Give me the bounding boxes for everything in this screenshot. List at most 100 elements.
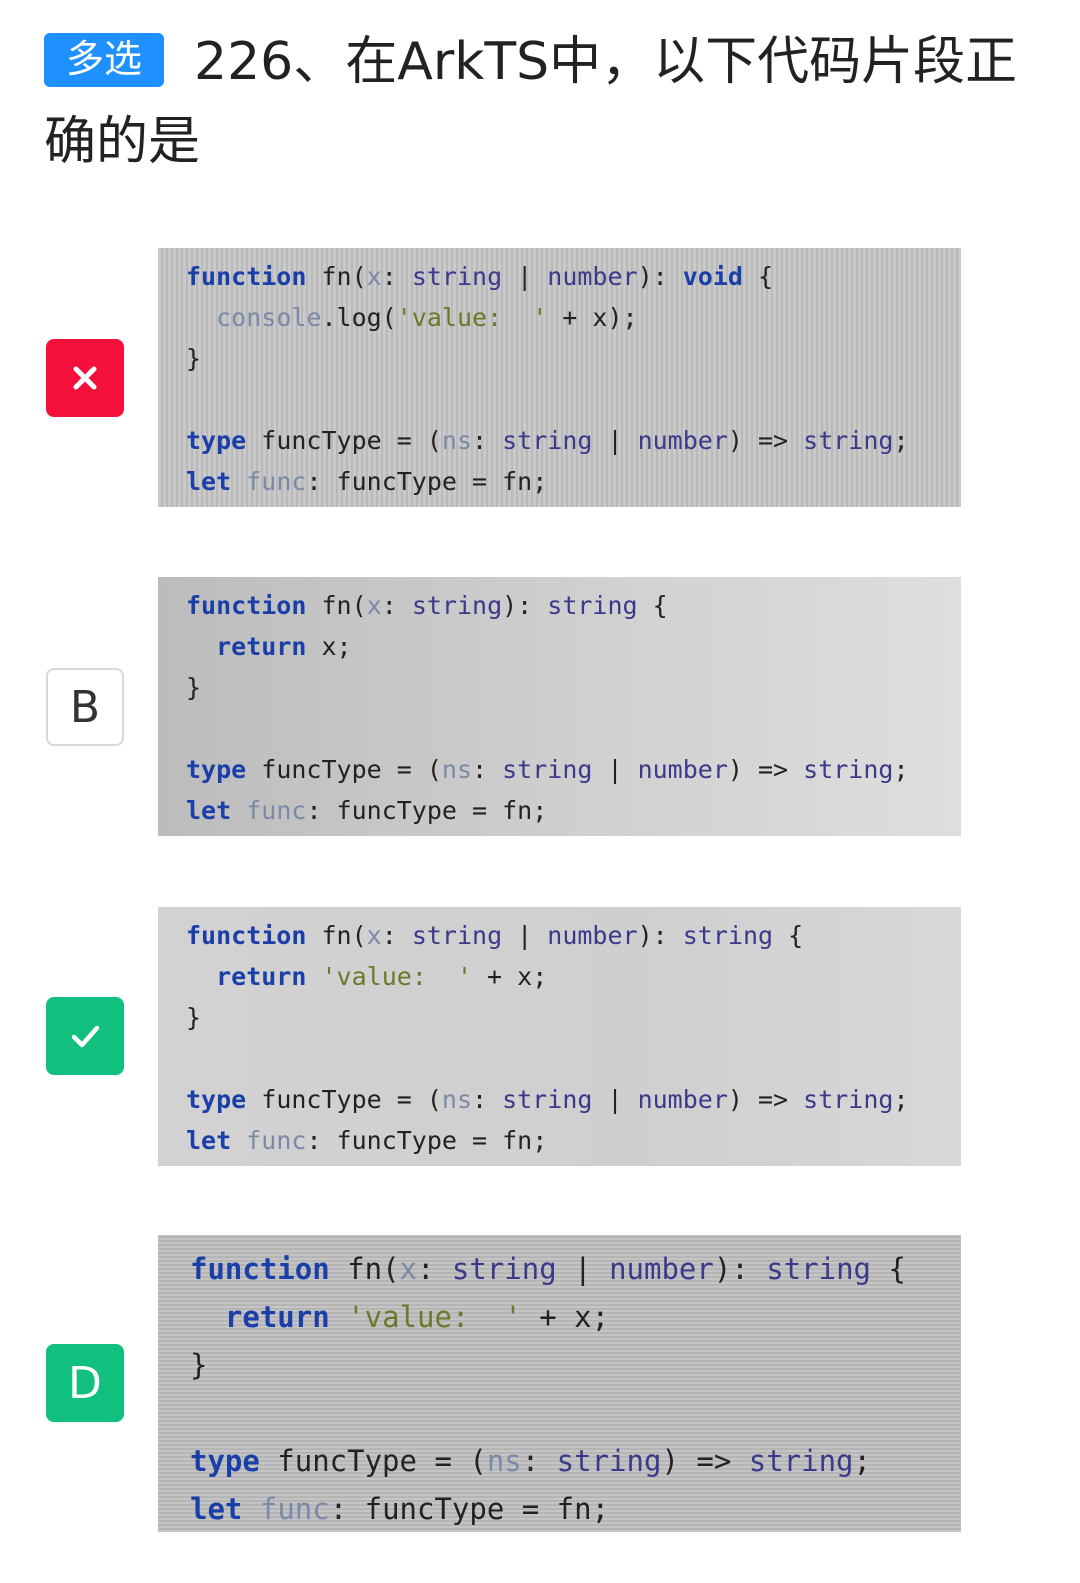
code-token: 'value: ' [396, 303, 548, 332]
code-line: let func: funcType = fn; [186, 461, 909, 502]
code-token: x; [306, 632, 352, 661]
code-token: + x; [521, 1300, 610, 1334]
code-token: number [547, 262, 638, 291]
code-token: string [547, 591, 638, 620]
code-token: function [190, 1252, 330, 1286]
code-token: return [216, 632, 307, 661]
code-token: string [451, 1252, 557, 1286]
code-token: funcType = ( [259, 1444, 487, 1478]
code-token: string [411, 262, 503, 291]
code-token: : funcType = fn; [306, 1126, 548, 1155]
code-token: ) => [727, 755, 804, 784]
option-d-code-image: function fn(x: string | number): string … [158, 1235, 961, 1532]
code-token: type [186, 1085, 247, 1114]
code-token: fn( [306, 921, 367, 950]
code-token: string [502, 755, 593, 784]
code-line: type funcType = (ns: string | number) =>… [186, 1079, 909, 1120]
code-line: type funcType = (ns: string) => string; [190, 1437, 906, 1485]
code-block: function fn(x: string | number): string … [186, 915, 909, 1161]
code-token: string [502, 426, 593, 455]
option-b-marker[interactable]: B [46, 668, 124, 746]
code-token: x [366, 262, 382, 291]
code-token: : [521, 1444, 557, 1478]
close-icon [73, 366, 97, 390]
code-line: } [186, 667, 909, 708]
code-token: ; [893, 1085, 909, 1114]
code-token: funcType = ( [246, 1085, 442, 1114]
code-token: + x; [472, 962, 548, 991]
code-token: console [216, 303, 322, 332]
code-token: string [803, 426, 894, 455]
code-token: : [417, 1252, 452, 1286]
code-token: fn( [329, 1252, 400, 1286]
code-token: ns [441, 755, 472, 784]
option-d-marker[interactable]: D [46, 1344, 124, 1422]
check-icon [71, 1025, 100, 1048]
code-line: return 'value: ' + x; [190, 1293, 906, 1341]
code-token: } [186, 1003, 202, 1032]
question-type-tag: 多选 [44, 33, 165, 87]
code-line: let func: funcType = fn; [190, 1485, 906, 1532]
code-block: function fn(x: string): string { return … [186, 585, 909, 831]
code-token: string [682, 921, 774, 950]
code-token: | [502, 262, 548, 291]
code-token: fn( [306, 591, 367, 620]
code-line: type funcType = (ns: string | number) =>… [186, 420, 909, 461]
code-token: ) => [661, 1444, 749, 1478]
code-token: return [216, 962, 307, 991]
code-token: func [246, 796, 307, 825]
code-token: ns [441, 426, 472, 455]
code-token: ): [502, 591, 548, 620]
code-token: number [547, 921, 638, 950]
option-c-marker[interactable] [46, 997, 124, 1075]
code-token: type [190, 1444, 260, 1478]
code-token: | [592, 755, 638, 784]
code-token: number [609, 1252, 714, 1286]
code-token: : [381, 921, 412, 950]
code-token: string [748, 1444, 854, 1478]
code-token: funcType = ( [246, 755, 442, 784]
code-token: | [592, 1085, 638, 1114]
code-token: : funcType = fn; [306, 467, 548, 496]
code-token: ): [637, 262, 683, 291]
code-token: function [186, 262, 307, 291]
code-token: function [186, 591, 307, 620]
code-token: number [637, 755, 728, 784]
code-token: | [556, 1252, 610, 1286]
code-token: string [803, 1085, 894, 1114]
code-token: ; [853, 1444, 871, 1478]
code-token: ns [486, 1444, 522, 1478]
code-token: number [637, 1085, 728, 1114]
code-block: function fn(x: string | number): void { … [186, 256, 909, 502]
code-token: number [637, 426, 728, 455]
option-a-marker[interactable] [46, 339, 124, 417]
code-token: : funcType = fn; [329, 1492, 610, 1526]
option-a-code-image: function fn(x: string | number): void { … [158, 248, 961, 507]
code-line: } [186, 997, 909, 1038]
code-token: type [186, 426, 247, 455]
code-token: let [186, 796, 232, 825]
code-token: : [381, 591, 412, 620]
code-token: ): [713, 1252, 767, 1286]
code-line: function fn(x: string | number): string … [186, 915, 909, 956]
code-token: } [190, 1348, 208, 1382]
code-token: void [682, 262, 743, 291]
code-token: } [186, 344, 202, 373]
code-line: } [186, 338, 909, 379]
code-line: return x; [186, 626, 909, 667]
code-token: x [366, 591, 382, 620]
code-token: { [871, 1252, 906, 1286]
code-token: string [766, 1252, 871, 1286]
option-b-code-image: function fn(x: string): string { return … [158, 577, 961, 836]
code-token: x [399, 1252, 417, 1286]
